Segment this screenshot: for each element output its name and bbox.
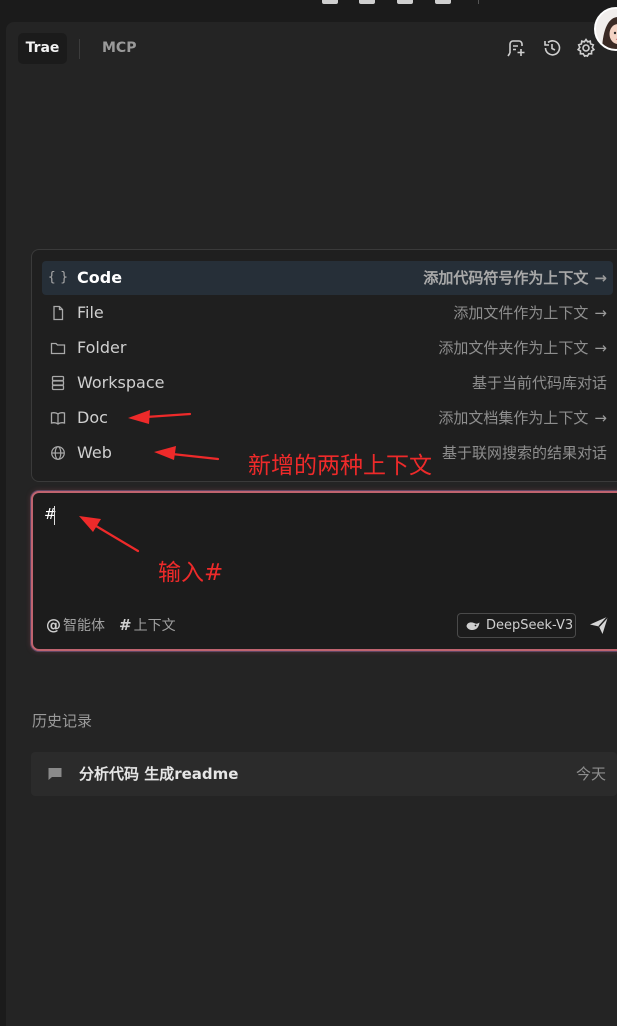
model-name: DeepSeek-V3 <box>486 618 574 633</box>
top-strip <box>0 0 617 22</box>
toolbar-icon[interactable] <box>397 0 413 4</box>
context-item-doc[interactable]: Doc 添加文档集作为上下文 → <box>42 401 613 435</box>
context-item-description: 添加代码符号作为上下文 → <box>423 261 607 295</box>
model-selector[interactable]: DeepSeek-V3 <box>457 613 576 638</box>
agent-chip-label: 智能体 <box>63 618 105 634</box>
tab-mcp[interactable]: MCP <box>102 33 136 64</box>
file-icon <box>47 303 69 323</box>
workspace-icon <box>47 373 69 393</box>
history-item[interactable]: 分析代码 生成readme 今天 <box>31 752 617 796</box>
at-icon: @ <box>46 616 61 634</box>
hash-icon: # <box>119 616 132 634</box>
toolbar-icon[interactable] <box>435 0 451 4</box>
arrow-right-icon: → <box>594 339 607 357</box>
arrow-right-icon: → <box>594 269 607 287</box>
send-icon[interactable] <box>588 614 610 636</box>
toolbar-divider <box>478 0 479 4</box>
new-chat-icon[interactable] <box>505 37 527 59</box>
globe-icon <box>47 443 69 463</box>
context-item-label: Doc <box>77 408 108 427</box>
history-icon[interactable] <box>541 37 563 59</box>
context-item-label: Code <box>77 268 123 287</box>
context-chip[interactable]: # 上下文 <box>119 614 176 636</box>
arrow-right-icon: → <box>594 304 607 322</box>
toolbar-icon[interactable] <box>359 0 375 4</box>
context-item-label: File <box>77 303 104 322</box>
context-item-description: 添加文件夹作为上下文 → <box>438 331 607 365</box>
annotation-new-contexts: 新增的两种上下文 <box>248 453 432 479</box>
braces-icon: { } <box>47 270 69 285</box>
deepseek-whale-icon <box>466 622 480 631</box>
settings-icon[interactable] <box>575 37 597 59</box>
context-item-description: 添加文档集作为上下文 → <box>438 401 607 435</box>
context-item-folder[interactable]: Folder 添加文件夹作为上下文 → <box>42 331 613 365</box>
context-item-description: 基于当前代码库对话 <box>471 374 607 392</box>
chat-bubble-icon <box>48 768 62 780</box>
context-item-workspace[interactable]: Workspace 基于当前代码库对话 <box>42 366 613 400</box>
context-item-label: Workspace <box>77 373 165 392</box>
history-item-date: 今天 <box>575 765 606 783</box>
toolbar-icon[interactable] <box>322 0 338 4</box>
book-icon <box>47 408 69 428</box>
agent-chip[interactable]: @ 智能体 <box>46 614 105 636</box>
context-item-label: Folder <box>77 338 127 357</box>
context-item-code[interactable]: { } Code 添加代码符号作为上下文 → <box>42 261 613 295</box>
text-caret <box>54 506 55 525</box>
tab-divider <box>79 39 80 59</box>
arrow-right-icon: → <box>594 409 607 427</box>
folder-icon <box>47 338 69 358</box>
context-item-description: 基于联网搜索的结果对话 <box>441 444 607 462</box>
context-item-label: Web <box>77 443 112 462</box>
tab-trae[interactable]: Trae <box>18 33 67 64</box>
context-item-description: 添加文件作为上下文 → <box>453 296 607 330</box>
annotation-type-hash: 输入# <box>158 560 224 586</box>
history-item-title: 分析代码 生成readme <box>79 765 239 783</box>
context-item-file[interactable]: File 添加文件作为上下文 → <box>42 296 613 330</box>
history-title: 历史记录 <box>32 712 93 730</box>
context-chip-label: 上下文 <box>133 618 176 634</box>
